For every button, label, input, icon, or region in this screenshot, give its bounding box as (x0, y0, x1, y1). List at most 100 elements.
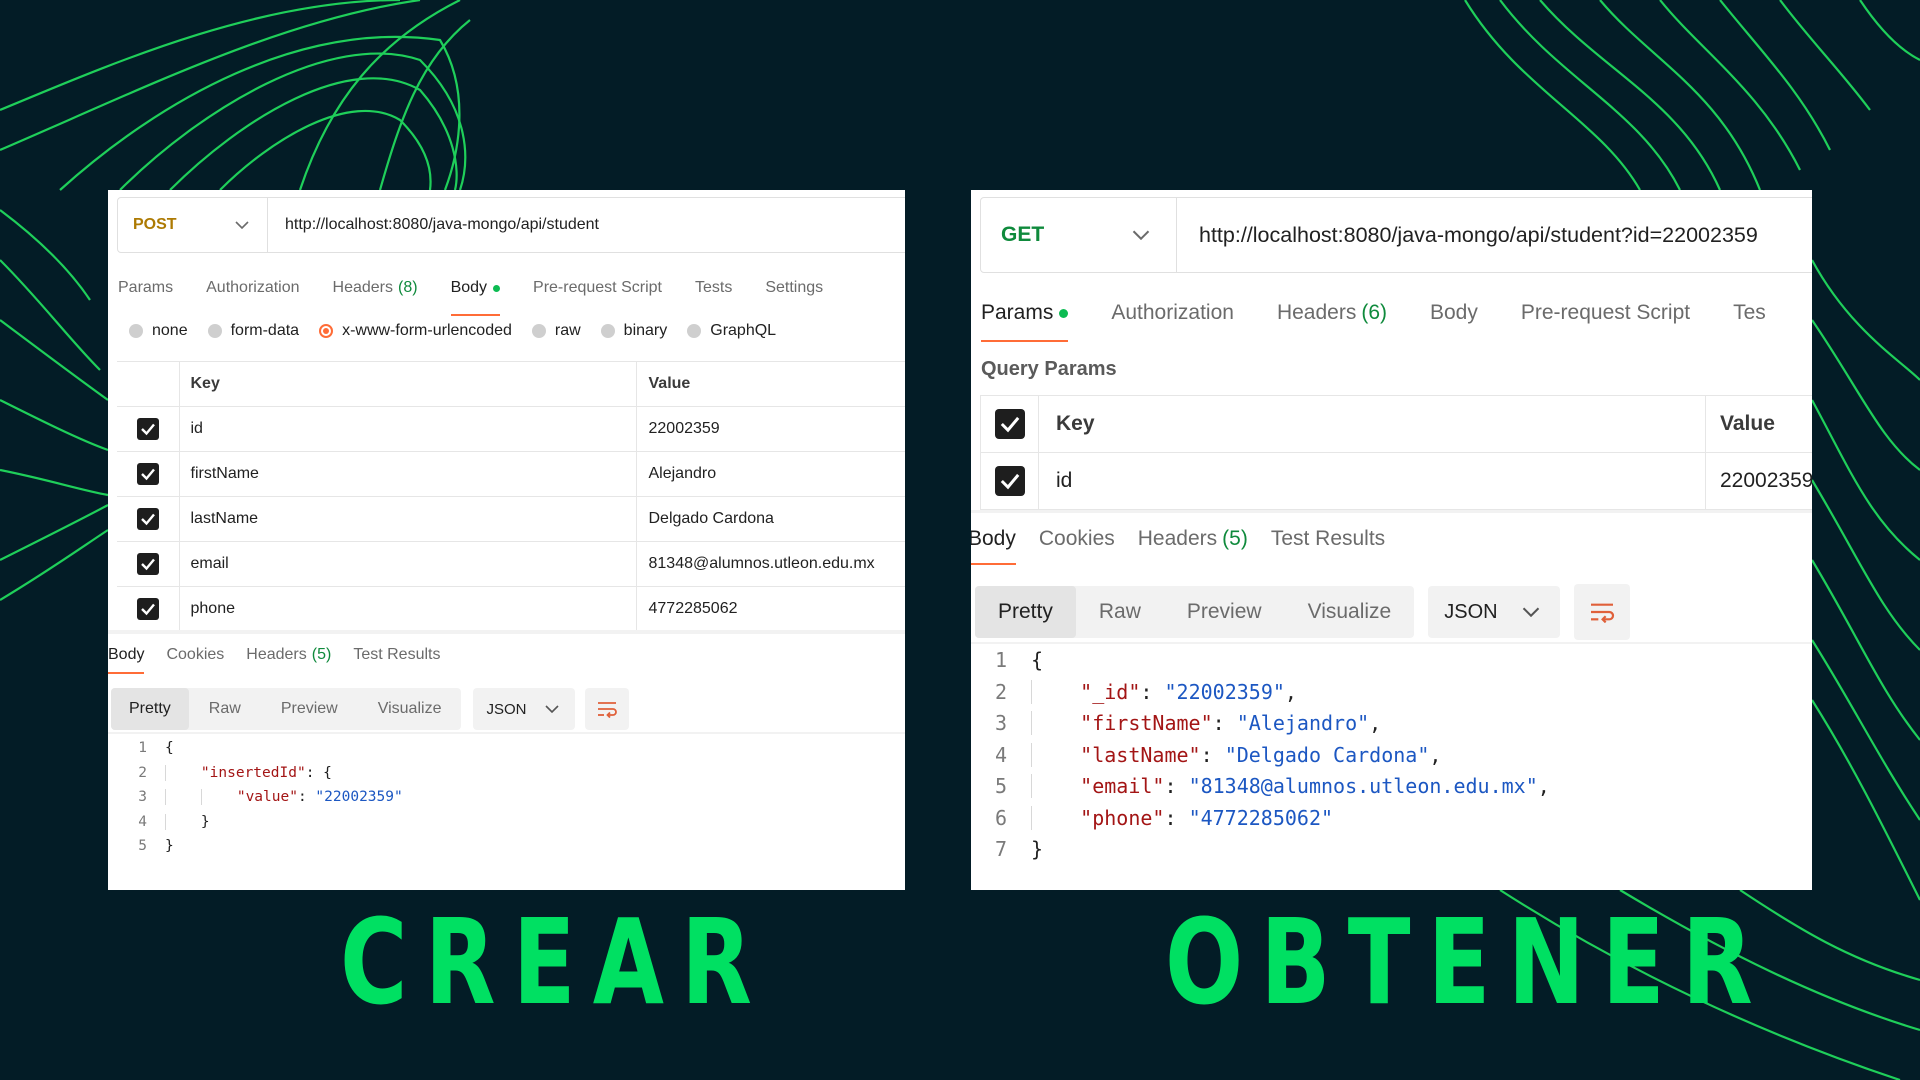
param-key[interactable]: phone (178, 586, 637, 632)
row-checkbox[interactable] (136, 553, 159, 575)
tab-params[interactable]: Params (118, 274, 173, 302)
section-divider (971, 642, 1812, 644)
query-params-table: Key Value id 22002359 (980, 395, 1812, 510)
param-key[interactable]: firstName (178, 451, 637, 497)
tab-cookies[interactable]: Cookies (166, 642, 224, 668)
view-pretty[interactable]: Pretty (975, 586, 1076, 638)
check-icon (1000, 473, 1019, 490)
section-divider (108, 630, 905, 634)
tab-response-headers[interactable]: Headers (5) (1138, 524, 1248, 554)
query-params-title: Query Params (981, 358, 1117, 380)
request-tabs: Params Authorization Headers (6) Body Pre… (981, 298, 1809, 342)
tab-response-body[interactable]: Body (108, 642, 145, 674)
http-method-select[interactable]: GET (981, 198, 1177, 272)
body-type-raw[interactable]: raw (531, 322, 581, 340)
tab-authorization[interactable]: Authorization (1111, 298, 1234, 328)
body-type-urlencoded[interactable]: x-www-form-urlencoded (319, 322, 512, 340)
table-row: email 81348@alumnos.utleon.edu.mx (117, 541, 905, 587)
view-visualize[interactable]: Visualize (358, 688, 462, 730)
value-column-header: Value (635, 361, 905, 407)
view-raw[interactable]: Raw (189, 688, 261, 730)
body-type-binary[interactable]: binary (600, 322, 667, 340)
headers-count: (6) (1361, 301, 1387, 324)
table-row: lastName Delgado Cardona (117, 496, 905, 542)
radio-icon (600, 324, 615, 338)
tab-pre-request-script[interactable]: Pre-request Script (533, 274, 662, 302)
row-checkbox[interactable] (136, 418, 159, 440)
chevron-down-icon (1523, 607, 1540, 617)
view-pretty[interactable]: Pretty (111, 688, 189, 730)
active-dot-icon (493, 284, 501, 292)
body-type-none[interactable]: none (129, 322, 188, 340)
response-view-toolbar: Pretty Raw Preview Visualize JSON (111, 688, 630, 730)
row-checkbox[interactable] (136, 463, 159, 485)
tab-pre-request-script[interactable]: Pre-request Script (1521, 298, 1690, 328)
view-preview[interactable]: Preview (1164, 586, 1285, 638)
radio-checked-icon (319, 324, 334, 338)
param-value[interactable]: 4772285062 (635, 586, 905, 632)
code-line: 1{ (138, 740, 174, 756)
code-line: 3 "firstName": "Alejandro", (994, 711, 1382, 735)
param-value[interactable]: 22002359 (1705, 452, 1812, 510)
code-line: 2 "insertedId": { (138, 764, 332, 781)
request-tabs: Params Authorization Headers (8) Body Pre… (118, 274, 856, 316)
response-tabs: Body Cookies Headers (5) Test Results (971, 524, 1408, 565)
code-line: 6 "phone": "4772285062" (994, 805, 1334, 830)
tab-test-results[interactable]: Test Results (353, 642, 440, 668)
code-line: 7} (994, 837, 1044, 861)
chevron-down-icon (1132, 230, 1150, 240)
tab-params[interactable]: Params (981, 298, 1069, 342)
format-label: JSON (486, 700, 527, 718)
format-label: JSON (1444, 600, 1498, 623)
view-raw[interactable]: Raw (1076, 586, 1164, 638)
tab-tests[interactable]: Tests (695, 274, 732, 302)
row-checkbox[interactable] (136, 508, 159, 530)
param-key[interactable]: lastName (178, 496, 637, 542)
code-line: 4 "lastName": "Delgado Cardona", (994, 742, 1442, 767)
tab-response-body[interactable]: Body (971, 524, 1016, 565)
radio-icon (687, 324, 702, 338)
check-icon (140, 603, 155, 616)
tab-body[interactable]: Body (450, 274, 501, 316)
format-select[interactable]: JSON (473, 688, 576, 730)
chevron-down-icon (235, 221, 249, 229)
wrap-lines-button[interactable] (585, 688, 630, 730)
tab-cookies[interactable]: Cookies (1039, 524, 1115, 554)
row-checkbox[interactable] (994, 466, 1025, 496)
tab-body[interactable]: Body (1430, 298, 1478, 328)
radio-icon (207, 324, 222, 338)
row-checkbox[interactable] (136, 598, 159, 620)
check-icon (140, 558, 155, 571)
view-preview[interactable]: Preview (261, 688, 358, 730)
request-url-bar: POST http://localhost:8080/java-mongo/ap… (117, 197, 905, 253)
headers-count: (8) (398, 279, 418, 296)
http-method-select[interactable]: POST (118, 198, 268, 252)
tab-authorization[interactable]: Authorization (206, 274, 299, 302)
body-type-graphql[interactable]: GraphQL (687, 322, 776, 340)
tab-test-results[interactable]: Test Results (1271, 524, 1385, 554)
url-input[interactable]: http://localhost:8080/java-mongo/api/stu… (268, 216, 599, 234)
select-all-checkbox[interactable] (994, 409, 1025, 439)
param-value[interactable]: 22002359 (635, 406, 905, 452)
tab-tests[interactable]: Tes (1733, 298, 1766, 328)
param-key[interactable]: id (178, 406, 637, 452)
body-params-table: Key Value id 22002359 firstName Alejandr… (117, 361, 905, 632)
code-line: 3 "value": "22002359" (138, 789, 403, 805)
table-row: id 22002359 (980, 452, 1812, 510)
param-key[interactable]: email (178, 541, 637, 587)
param-key[interactable]: id (1038, 452, 1706, 510)
tab-response-headers[interactable]: Headers (5) (246, 642, 331, 668)
tab-headers[interactable]: Headers (8) (333, 274, 418, 302)
view-visualize[interactable]: Visualize (1285, 586, 1415, 638)
body-type-form-data[interactable]: form-data (207, 322, 299, 340)
param-value[interactable]: Delgado Cardona (635, 496, 905, 542)
table-row: phone 4772285062 (117, 586, 905, 632)
format-select[interactable]: JSON (1428, 586, 1561, 638)
tab-settings[interactable]: Settings (765, 274, 823, 302)
param-value[interactable]: 81348@alumnos.utleon.edu.mx (635, 541, 905, 587)
url-input[interactable]: http://localhost:8080/java-mongo/api/stu… (1177, 223, 1758, 248)
wrap-lines-button[interactable] (1574, 584, 1631, 640)
tab-headers[interactable]: Headers (6) (1277, 298, 1387, 328)
param-value[interactable]: Alejandro (635, 451, 905, 497)
response-code-view: 1{ 2 "_id": "22002359", 3 "firstName": "… (981, 645, 1550, 866)
